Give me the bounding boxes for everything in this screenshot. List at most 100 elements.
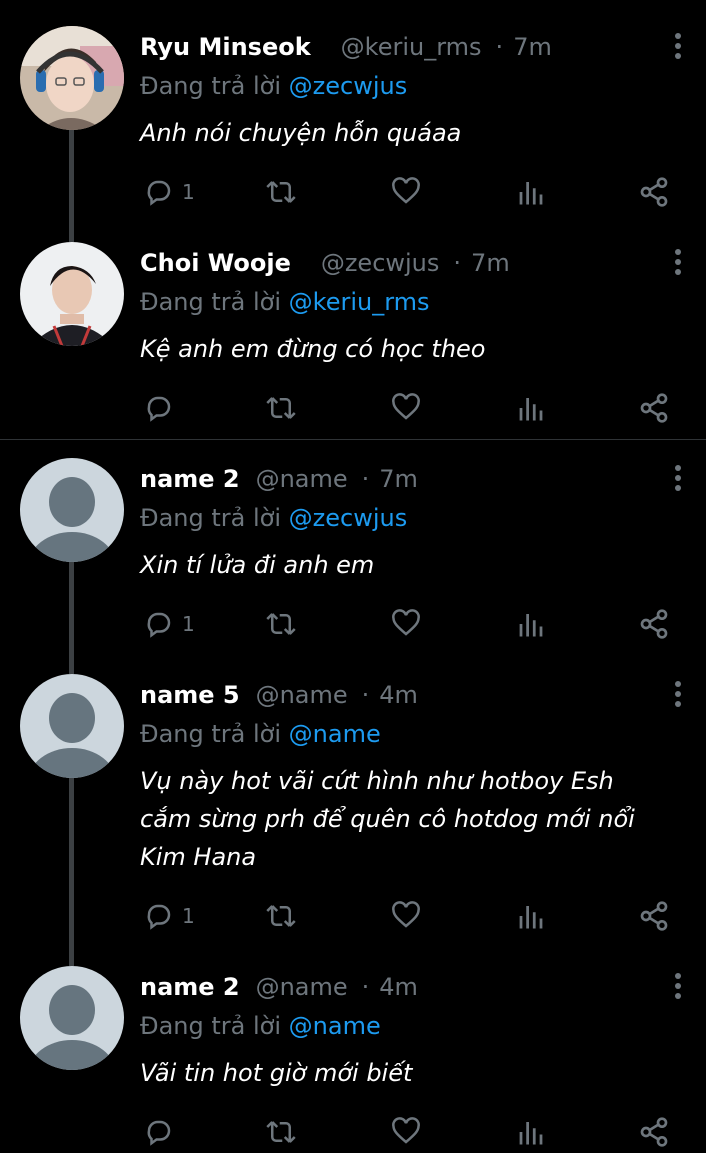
retweet-button[interactable]: [264, 604, 298, 644]
timestamp[interactable]: 4m: [379, 973, 418, 1001]
tweet[interactable]: name 2 @name · 7m Đang trả lời @zecwjus Xi…: [0, 432, 706, 674]
reply-icon: [147, 904, 171, 930]
reply-button[interactable]: 1: [144, 896, 195, 936]
mention-link[interactable]: @keriu_rms: [289, 288, 430, 316]
default-avatar-icon: [20, 458, 124, 562]
replying-to-label: Đang trả lời: [140, 720, 282, 748]
default-avatar-icon: [20, 966, 124, 1070]
timestamp[interactable]: 4m: [379, 681, 418, 709]
replying-to: Đang trả lời @name: [140, 1010, 381, 1042]
tweet-text: Vụ này hot vãi cứt hình như hotboy Esh c…: [140, 767, 635, 871]
retweet-icon: [266, 1121, 296, 1143]
retweet-button[interactable]: [264, 172, 298, 212]
more-vertical-icon[interactable]: [672, 32, 684, 60]
analytics-icon: [519, 906, 543, 929]
user-handle[interactable]: @zecwjus: [321, 249, 440, 277]
tweet-header: Choi Wooje @zecwjus · 7m: [140, 246, 510, 280]
views-button[interactable]: [516, 172, 546, 212]
tweet[interactable]: name 2 @name · 4m Đang trả lời @name Vãi t…: [0, 940, 706, 1153]
display-name[interactable]: name 2: [140, 973, 240, 1001]
reply-count: 1: [182, 904, 195, 928]
retweet-button[interactable]: [264, 896, 298, 936]
more-vertical-icon[interactable]: [672, 680, 684, 708]
replying-to: Đang trả lời @keriu_rms: [140, 286, 430, 318]
like-button[interactable]: [390, 896, 422, 936]
display-name[interactable]: Ryu Minseok: [140, 33, 311, 61]
share-button[interactable]: [638, 896, 670, 936]
action-bar: 1: [140, 172, 680, 212]
retweet-icon: [266, 905, 296, 927]
share-button[interactable]: [638, 172, 670, 212]
reply-icon: [147, 396, 171, 422]
separator-dot: ·: [361, 681, 370, 709]
views-button[interactable]: [516, 896, 546, 936]
retweet-button[interactable]: [264, 388, 298, 428]
action-bar: 1: [140, 896, 680, 936]
share-icon: [640, 1117, 668, 1147]
display-name[interactable]: name 2: [140, 465, 240, 493]
separator-dot: ·: [361, 973, 370, 1001]
reply-button[interactable]: [144, 388, 182, 428]
action-bar: 1: [140, 604, 680, 644]
avatar[interactable]: [20, 966, 124, 1070]
analytics-icon: [519, 398, 543, 421]
reply-icon: [147, 1120, 171, 1146]
views-button[interactable]: [516, 388, 546, 428]
share-button[interactable]: [638, 604, 670, 644]
views-button[interactable]: [516, 1112, 546, 1152]
share-button[interactable]: [638, 388, 670, 428]
tweet[interactable]: Ryu Minseok @keriu_rms · 7m Đang trả lời @…: [0, 0, 706, 242]
more-vertical-icon[interactable]: [672, 972, 684, 1000]
like-button[interactable]: [390, 388, 422, 428]
more-vertical-icon[interactable]: [672, 248, 684, 276]
reply-button[interactable]: 1: [144, 172, 195, 212]
tweet-text: Anh nói chuyện hỗn quáaa: [140, 119, 462, 147]
share-button[interactable]: [638, 1112, 670, 1152]
replying-to: Đang trả lời @zecwjus: [140, 70, 407, 102]
avatar[interactable]: [20, 26, 124, 130]
share-icon: [640, 393, 668, 423]
tweet-header: name 5 @name · 4m: [140, 678, 418, 712]
analytics-icon: [519, 1122, 543, 1145]
action-bar: [140, 388, 680, 428]
heart-icon: [392, 609, 420, 636]
tweet[interactable]: name 5 @name · 4m Đang trả lời @name Vụ nà…: [0, 648, 706, 966]
replying-to-label: Đang trả lời: [140, 288, 282, 316]
timestamp[interactable]: 7m: [513, 33, 552, 61]
timestamp[interactable]: 7m: [379, 465, 418, 493]
analytics-icon: [519, 614, 543, 637]
retweet-icon: [266, 181, 296, 203]
reply-button[interactable]: 1: [144, 604, 195, 644]
mention-link[interactable]: @zecwjus: [289, 504, 408, 532]
thread-line: [69, 778, 74, 966]
reply-button[interactable]: [144, 1112, 182, 1152]
user-handle[interactable]: @name: [256, 681, 348, 709]
like-button[interactable]: [390, 604, 422, 644]
user-handle[interactable]: @keriu_rms: [341, 33, 482, 61]
like-button[interactable]: [390, 1112, 422, 1152]
analytics-icon: [519, 182, 543, 205]
display-name[interactable]: name 5: [140, 681, 240, 709]
user-handle[interactable]: @name: [256, 973, 348, 1001]
share-icon: [640, 177, 668, 207]
views-button[interactable]: [516, 604, 546, 644]
more-vertical-icon[interactable]: [672, 464, 684, 492]
avatar[interactable]: [20, 458, 124, 562]
retweet-icon: [266, 613, 296, 635]
mention-link[interactable]: @name: [289, 1012, 381, 1040]
replying-to-label: Đang trả lời: [140, 72, 282, 100]
retweet-button[interactable]: [264, 1112, 298, 1152]
mention-link[interactable]: @name: [289, 720, 381, 748]
timestamp[interactable]: 7m: [471, 249, 510, 277]
tweet[interactable]: Choi Wooje @zecwjus · 7m Đang trả lời @ker…: [0, 216, 706, 439]
like-button[interactable]: [390, 172, 422, 212]
display-name[interactable]: Choi Wooje: [140, 249, 291, 277]
default-avatar-icon: [20, 674, 124, 778]
replying-to-label: Đang trả lời: [140, 1012, 282, 1040]
tweet-header: name 2 @name · 7m: [140, 462, 418, 496]
avatar[interactable]: [20, 242, 124, 346]
tweet-text: Xin tí lửa đi anh em: [140, 551, 375, 579]
user-handle[interactable]: @name: [256, 465, 348, 493]
avatar[interactable]: [20, 674, 124, 778]
mention-link[interactable]: @zecwjus: [289, 72, 408, 100]
